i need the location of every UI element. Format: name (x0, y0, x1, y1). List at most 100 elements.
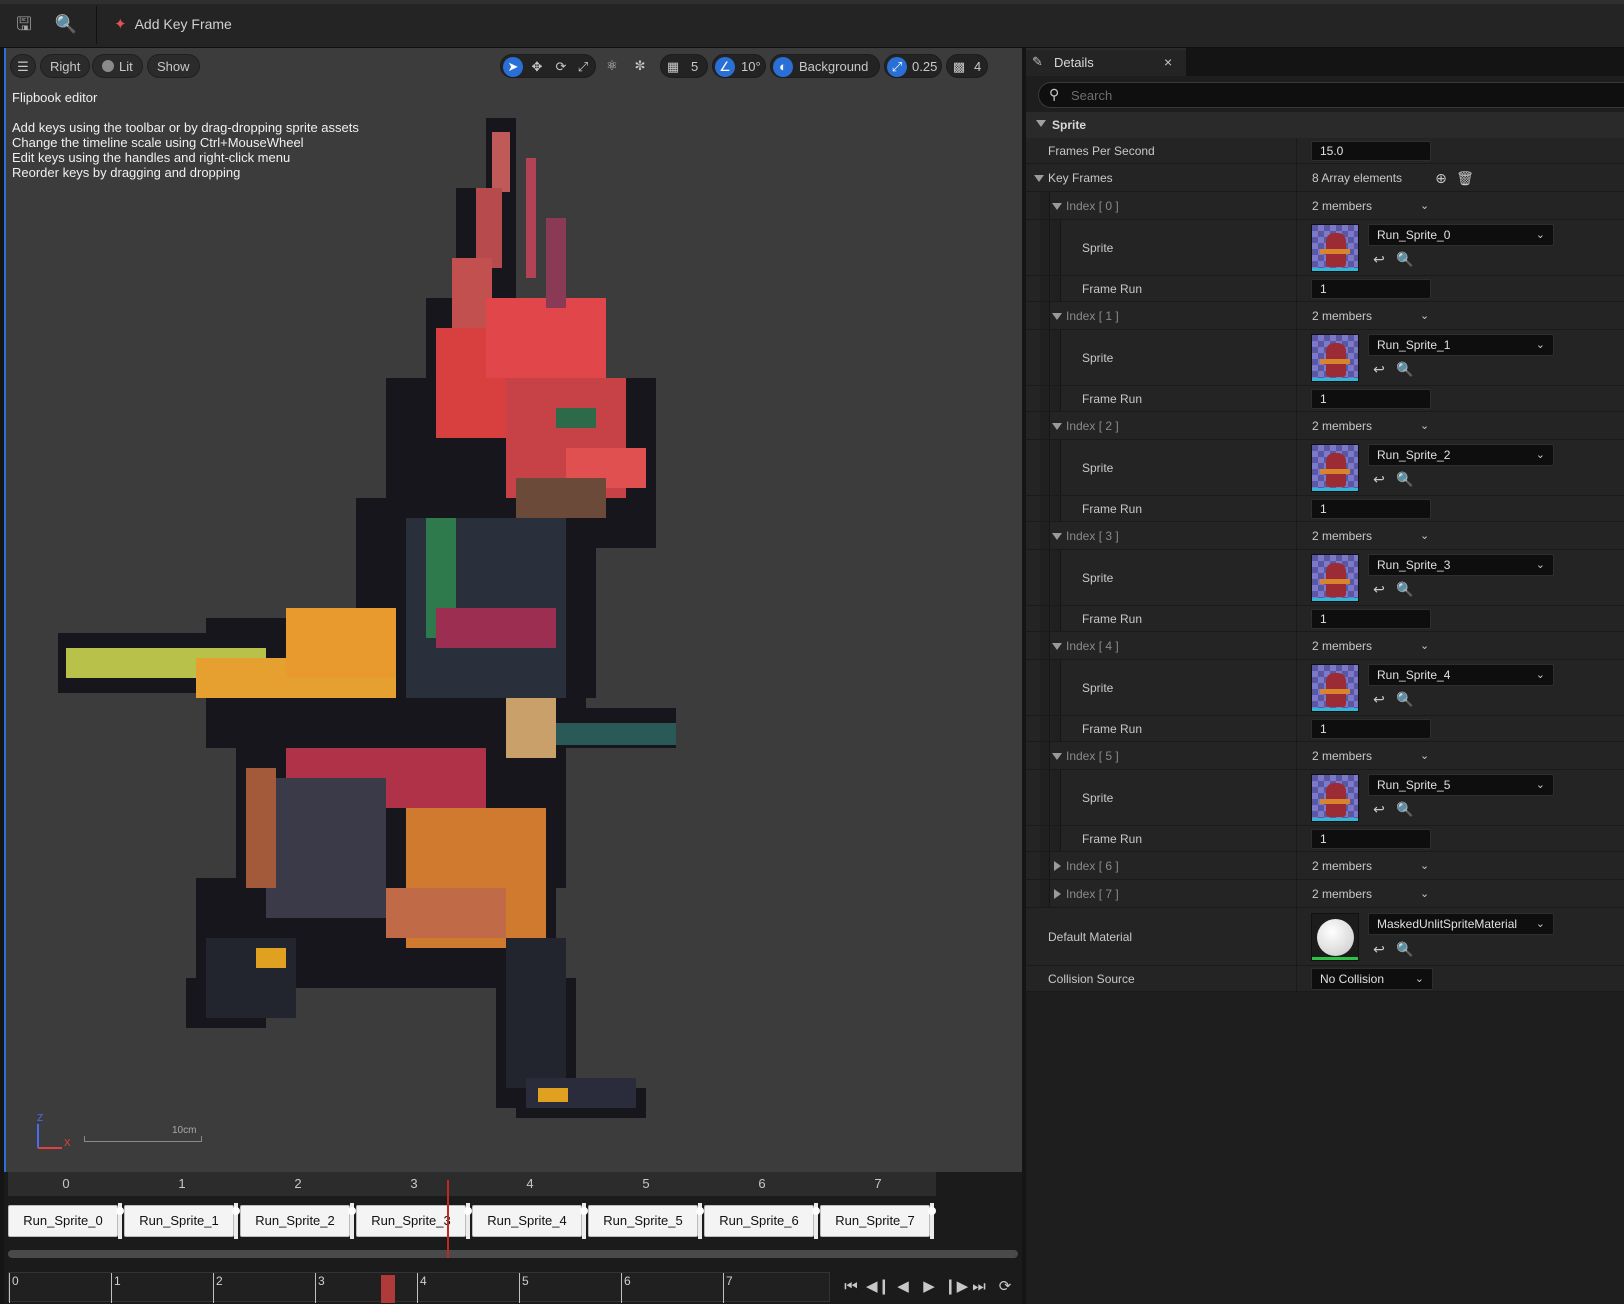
sprite-asset-dropdown[interactable]: Run_Sprite_3 ⌄ (1368, 554, 1554, 576)
search-input[interactable] (1071, 86, 1611, 104)
index-header-row[interactable]: Index [ 7 ] 2 members ⌄ (1026, 880, 1624, 908)
rotation-snap-group[interactable]: ∠ 10° (712, 54, 766, 78)
chevron-down-icon[interactable]: ⌄ (1420, 859, 1429, 872)
use-selected-icon[interactable]: ↩ (1370, 940, 1388, 958)
translate-icon[interactable]: ✥ (527, 57, 547, 77)
play-icon[interactable]: ▶ (918, 1275, 940, 1299)
keyframe-handle[interactable] (464, 1203, 472, 1239)
sprite-asset-dropdown[interactable]: Run_Sprite_0 ⌄ (1368, 224, 1554, 246)
scale-icon[interactable]: ⤢ (573, 57, 593, 77)
frame-run-field[interactable]: 1 (1311, 609, 1431, 629)
keyframe-box[interactable]: Run_Sprite_4 (472, 1205, 582, 1237)
chevron-down-icon[interactable]: ⌄ (1420, 887, 1429, 900)
expand-arrow-icon[interactable] (1052, 533, 1062, 540)
frame-run-field[interactable]: 1 (1311, 279, 1431, 299)
frame-run-field[interactable]: 1 (1311, 829, 1431, 849)
save-icon[interactable]: 🖫 (12, 12, 36, 36)
view-mode-button[interactable]: Right (40, 54, 91, 78)
browse-asset-icon[interactable]: 🔍 (1396, 940, 1414, 958)
browse-asset-icon[interactable]: 🔍 (1396, 250, 1414, 268)
go-to-start-icon[interactable]: ⏮ (840, 1275, 862, 1299)
keyframe-handle[interactable] (348, 1203, 356, 1239)
show-button[interactable]: Show (147, 54, 200, 78)
sprite-asset-dropdown[interactable]: Run_Sprite_4 ⌄ (1368, 664, 1554, 686)
sprite-thumbnail[interactable] (1311, 774, 1359, 822)
material-thumbnail[interactable] (1311, 913, 1359, 961)
select-cursor-icon[interactable]: ➤ (503, 57, 523, 77)
go-to-end-icon[interactable]: ⏭ (968, 1275, 990, 1299)
sprite-asset-dropdown[interactable]: Run_Sprite_1 ⌄ (1368, 334, 1554, 356)
sprite-thumbnail[interactable] (1311, 334, 1359, 382)
index-header-row[interactable]: Index [ 6 ] 2 members ⌄ (1026, 852, 1624, 880)
keyframe-box[interactable]: Run_Sprite_7 (820, 1205, 930, 1237)
use-selected-icon[interactable]: ↩ (1370, 470, 1388, 488)
play-reverse-icon[interactable]: ◀ (892, 1275, 914, 1299)
sprite-thumbnail[interactable] (1311, 664, 1359, 712)
browse-asset-icon[interactable]: 🔍 (1396, 580, 1414, 598)
keyframe-box[interactable]: Run_Sprite_0 (8, 1205, 118, 1237)
timeline-scrollbar[interactable] (8, 1250, 1018, 1258)
trash-icon[interactable]: 🗑 (1456, 169, 1474, 187)
loop-icon[interactable]: ⟳ (994, 1275, 1016, 1299)
index-header-row[interactable]: Index [ 5 ] 2 members ⌄ (1026, 742, 1624, 770)
step-forward-icon[interactable]: ❙▶ (944, 1275, 968, 1299)
keyframe-handle[interactable] (812, 1203, 820, 1239)
chevron-down-icon[interactable]: ⌄ (1420, 309, 1429, 322)
sprite-asset-dropdown[interactable]: Run_Sprite_2 ⌄ (1368, 444, 1554, 466)
lighting-mode-button[interactable]: Lit (92, 54, 143, 78)
browse-asset-icon[interactable]: 🔍 (1396, 360, 1414, 378)
browse-asset-icon[interactable]: 🔍 (54, 12, 78, 36)
flipbook-timeline[interactable]: 0 1 2 3 4 5 6 7 Run_Sprite_0 Run_Sprite_… (4, 1172, 1022, 1304)
fps-field[interactable]: 15.0 (1311, 141, 1431, 161)
chevron-down-icon[interactable]: ⌄ (1420, 529, 1429, 542)
use-selected-icon[interactable]: ↩ (1370, 800, 1388, 818)
keyframe-box[interactable]: Run_Sprite_1 (124, 1205, 234, 1237)
index-header-row[interactable]: Index [ 4 ] 2 members ⌄ (1026, 632, 1624, 660)
add-key-frame-button[interactable]: ✦ Add Key Frame (114, 12, 232, 36)
index-header-row[interactable]: Index [ 2 ] 2 members ⌄ (1026, 412, 1624, 440)
expand-arrow-icon[interactable] (1052, 753, 1062, 760)
expand-arrow-icon[interactable] (1052, 643, 1062, 650)
flipbook-viewport[interactable]: ☰ Right Lit Show ➤ ✥ ⟳ ⤢ ⚛ ✼ ▦ 5 ∠ 10° ◐… (4, 48, 1022, 1172)
use-selected-icon[interactable]: ↩ (1370, 360, 1388, 378)
browse-asset-icon[interactable]: 🔍 (1396, 800, 1414, 818)
browse-asset-icon[interactable]: 🔍 (1396, 470, 1414, 488)
scale-snap-group[interactable]: ⤢ 0.25 (884, 54, 942, 78)
index-header-row[interactable]: Index [ 0 ] 2 members ⌄ (1026, 192, 1624, 220)
chevron-down-icon[interactable]: ⌄ (1420, 639, 1429, 652)
keyframe-box[interactable]: Run_Sprite_2 (240, 1205, 350, 1237)
keyframe-handle[interactable] (232, 1203, 240, 1239)
expand-arrow-icon[interactable] (1052, 313, 1062, 320)
material-dropdown[interactable]: MaskedUnlitSpriteMaterial ⌄ (1368, 913, 1554, 935)
sprite-section-header[interactable]: Sprite (1026, 112, 1624, 138)
camera-speed-group[interactable]: ▩ 4 (946, 54, 988, 78)
sprite-thumbnail[interactable] (1311, 444, 1359, 492)
sprite-thumbnail[interactable] (1311, 554, 1359, 602)
keyframe-handle[interactable] (928, 1203, 936, 1239)
ruler-playhead-marker[interactable] (381, 1275, 395, 1303)
browse-asset-icon[interactable]: 🔍 (1396, 690, 1414, 708)
frame-run-field[interactable]: 1 (1311, 499, 1431, 519)
frame-run-field[interactable]: 1 (1311, 719, 1431, 739)
world-local-icon[interactable]: ✼ (630, 56, 650, 76)
add-element-icon[interactable]: ⊕ (1432, 169, 1450, 187)
keyframe-box[interactable]: Run_Sprite_3 (356, 1205, 466, 1237)
use-selected-icon[interactable]: ↩ (1370, 580, 1388, 598)
sprite-asset-dropdown[interactable]: Run_Sprite_5 ⌄ (1368, 774, 1554, 796)
playhead[interactable] (447, 1180, 449, 1258)
collision-source-dropdown[interactable]: No Collision ⌄ (1311, 968, 1433, 990)
expand-arrow-icon[interactable] (1034, 175, 1044, 182)
grid-snap-group[interactable]: ▦ 5 (660, 54, 708, 78)
expand-arrow-icon[interactable] (1052, 423, 1062, 430)
keyframe-handle[interactable] (116, 1203, 124, 1239)
use-selected-icon[interactable]: ↩ (1370, 250, 1388, 268)
index-header-row[interactable]: Index [ 1 ] 2 members ⌄ (1026, 302, 1624, 330)
use-selected-icon[interactable]: ↩ (1370, 690, 1388, 708)
keyframe-box[interactable]: Run_Sprite_6 (704, 1205, 814, 1237)
background-button[interactable]: ◐ Background (770, 54, 880, 78)
keyframe-box[interactable]: Run_Sprite_5 (588, 1205, 698, 1237)
chevron-down-icon[interactable]: ⌄ (1420, 199, 1429, 212)
rotate-icon[interactable]: ⟳ (551, 57, 571, 77)
close-icon[interactable]: × (1164, 54, 1172, 70)
expand-arrow-icon[interactable] (1052, 203, 1062, 210)
